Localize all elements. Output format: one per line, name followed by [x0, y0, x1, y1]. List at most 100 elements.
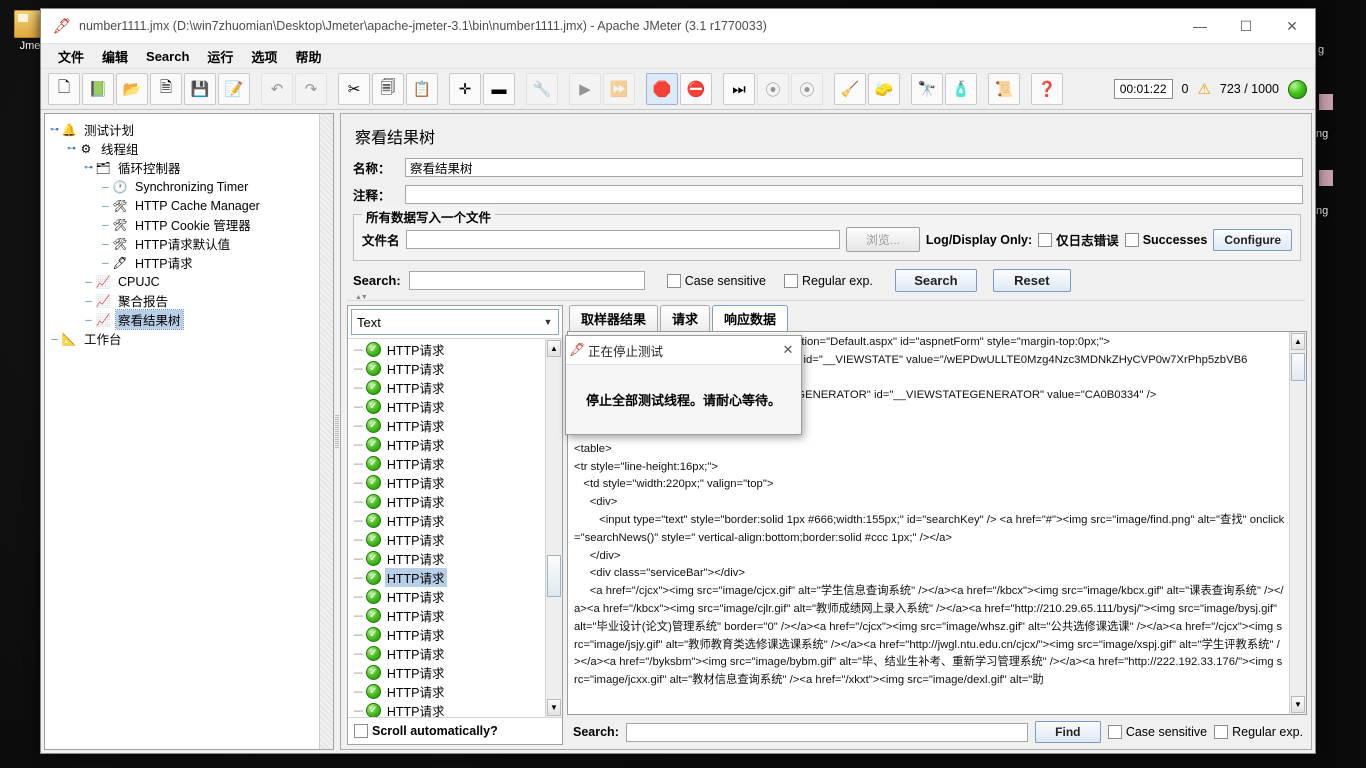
- scroll-track[interactable]: [1290, 351, 1306, 695]
- tree-node[interactable]: ⊶ 🗂 循环控制器: [49, 158, 329, 177]
- close-button[interactable]: ✕: [1269, 10, 1315, 43]
- result-row[interactable]: ─ ✓ HTTP请求: [348, 473, 545, 492]
- maximize-button[interactable]: ☐: [1223, 10, 1269, 43]
- configure-button[interactable]: Configure: [1213, 228, 1292, 251]
- open-button[interactable]: 📂: [116, 73, 148, 105]
- menu-help[interactable]: 帮助: [286, 44, 330, 69]
- result-row[interactable]: ─ ✓ HTTP请求: [348, 701, 545, 717]
- result-row[interactable]: ─ ✓ HTTP请求: [348, 625, 545, 644]
- copy-button[interactable]: 🗐: [372, 73, 404, 105]
- tree-expand-handle-icon[interactable]: ⊶: [83, 162, 94, 173]
- tree-node[interactable]: ─ 🛠 HTTP Cookie 管理器: [49, 215, 329, 234]
- new-button[interactable]: 🗋: [48, 73, 80, 105]
- results-list[interactable]: ─ ✓ HTTP请求 ─ ✓ HTTP请求 ─ ✓ HTTP请求 ─ ✓ HTTP请求 ─ ✓ HTTP请求…: [348, 339, 545, 717]
- render-selector-combo[interactable]: Text ▼: [351, 309, 559, 335]
- search-regular-exp-checkbox[interactable]: Regular exp.: [784, 273, 873, 288]
- panel-divider[interactable]: [347, 294, 1305, 305]
- scroll-up-icon[interactable]: ▲: [547, 340, 561, 357]
- scroll-automatically-checkbox[interactable]: Scroll automatically?: [348, 717, 562, 744]
- help-button[interactable]: ❓: [1031, 73, 1063, 105]
- find-case-sensitive-checkbox[interactable]: Case sensitive: [1107, 725, 1207, 739]
- scroll-down-icon[interactable]: ▼: [1291, 696, 1305, 713]
- tree-node[interactable]: ⊶ 🔔 测试计划: [49, 120, 329, 139]
- collapse-all-button[interactable]: ▬: [483, 73, 515, 105]
- menu-edit[interactable]: 编辑: [93, 44, 137, 69]
- search-case-sensitive-checkbox[interactable]: Case sensitive: [666, 273, 766, 288]
- result-row[interactable]: ─ ✓ HTTP请求: [348, 378, 545, 397]
- test-plan-tree[interactable]: ⊶ 🔔 测试计划 ⊶ ⚙ 线程组 ⊶ 🗂 循环控制器 ─ 🕐 Synchronizing Timer ─…: [44, 113, 334, 750]
- result-row[interactable]: ─ ✓ HTTP请求: [348, 682, 545, 701]
- result-row[interactable]: ─ ✓ HTTP请求: [348, 549, 545, 568]
- successes-checkbox[interactable]: Successes: [1124, 232, 1207, 247]
- clear-button[interactable]: 🧹: [834, 73, 866, 105]
- result-row[interactable]: ─ ✓ HTTP请求: [348, 397, 545, 416]
- save-button[interactable]: 💾: [184, 73, 216, 105]
- result-row[interactable]: ─ ✓ HTTP请求: [348, 359, 545, 378]
- tree-node[interactable]: ─ 📐 工作台: [49, 329, 329, 348]
- warning-triangle-icon[interactable]: ⚠: [1197, 80, 1210, 98]
- menu-search[interactable]: Search: [137, 46, 198, 67]
- templates-button[interactable]: 📗: [82, 73, 114, 105]
- close-button[interactable]: 🗎: [150, 73, 182, 105]
- tree-node[interactable]: ⊶ ⚙ 线程组: [49, 139, 329, 158]
- paste-button[interactable]: 📋: [406, 73, 438, 105]
- minimize-button[interactable]: —: [1177, 10, 1223, 43]
- find-input[interactable]: [625, 722, 1028, 742]
- scroll-track[interactable]: [546, 358, 562, 698]
- tree-node[interactable]: ─ 📈 察看结果树: [49, 309, 329, 330]
- expand-all-button[interactable]: ✛: [449, 73, 481, 105]
- result-row[interactable]: ─ ✓ HTTP请求: [348, 416, 545, 435]
- scroll-thumb[interactable]: [1291, 353, 1305, 381]
- tree-node[interactable]: ─ 📈 聚合报告: [49, 291, 329, 310]
- tree-node[interactable]: ─ 🕐 Synchronizing Timer: [49, 177, 329, 196]
- result-row[interactable]: ─ ✓ HTTP请求: [348, 511, 545, 530]
- tree-scrollbar[interactable]: [319, 114, 333, 749]
- clear-all-button[interactable]: 🧽: [868, 73, 900, 105]
- result-row[interactable]: ─ ✓ HTTP请求: [348, 663, 545, 682]
- tree-node[interactable]: ─ 🛠 HTTP请求默认值: [49, 234, 329, 253]
- tree-expand-handle-icon[interactable]: ⊶: [49, 124, 60, 135]
- errors-only-checkbox[interactable]: 仅日志错误: [1038, 230, 1119, 249]
- tab-response-data[interactable]: 响应数据: [712, 305, 789, 331]
- result-row[interactable]: ─ ✓ HTTP请求: [348, 340, 545, 359]
- name-input[interactable]: 察看结果树: [405, 158, 1303, 177]
- comment-input[interactable]: [405, 185, 1303, 204]
- result-row[interactable]: ─ ✓ HTTP请求: [348, 454, 545, 473]
- result-row[interactable]: ─ ✓ HTTP请求: [348, 435, 545, 454]
- desktop-icon-right-2[interactable]: [1319, 170, 1333, 186]
- browse-button[interactable]: 浏览...: [845, 227, 920, 252]
- stop-button[interactable]: 🛑: [646, 73, 678, 105]
- dialog-close-icon[interactable]: ✕: [775, 342, 801, 358]
- result-row[interactable]: ─ ✓ HTTP请求: [348, 644, 545, 663]
- tree-node[interactable]: ─ 📈 CPUJC: [49, 272, 329, 291]
- find-button[interactable]: Find: [1034, 721, 1101, 743]
- reset-button[interactable]: Reset: [992, 269, 1071, 292]
- filename-input[interactable]: [405, 230, 840, 249]
- search-button[interactable]: 🔭: [911, 73, 943, 105]
- tree-node[interactable]: ─ 🛠 HTTP Cache Manager: [49, 196, 329, 215]
- menu-run[interactable]: 运行: [198, 44, 242, 69]
- cut-button[interactable]: ✂: [338, 73, 370, 105]
- reset-search-button[interactable]: 🧴: [945, 73, 977, 105]
- search-button[interactable]: Search: [894, 269, 977, 292]
- desktop-icon-right-1[interactable]: [1319, 94, 1333, 110]
- result-row[interactable]: ─ ✓ HTTP请求: [348, 606, 545, 625]
- scroll-down-icon[interactable]: ▼: [547, 699, 561, 716]
- result-row[interactable]: ─ ✓ HTTP请求: [348, 530, 545, 549]
- scroll-thumb[interactable]: [547, 555, 561, 598]
- tab-sampler-result[interactable]: 取样器结果: [569, 305, 659, 331]
- tree-expand-handle-icon[interactable]: ⊶: [66, 143, 77, 154]
- menu-options[interactable]: 选项: [242, 44, 286, 69]
- tree-node[interactable]: ─ 🖊 HTTP请求: [49, 253, 329, 272]
- shutdown-button[interactable]: ⛔: [680, 73, 712, 105]
- function-helper-button[interactable]: 📜: [988, 73, 1020, 105]
- save-as-button[interactable]: 📝: [218, 73, 250, 105]
- remote-start-all-button[interactable]: ⏭: [723, 73, 755, 105]
- find-regular-exp-checkbox[interactable]: Regular exp.: [1214, 725, 1303, 739]
- response-scrollbar[interactable]: ▲ ▼: [1289, 332, 1306, 714]
- scroll-up-icon[interactable]: ▲: [1291, 333, 1305, 350]
- search-input[interactable]: [408, 271, 645, 290]
- tab-request[interactable]: 请求: [660, 305, 711, 331]
- result-row[interactable]: ─ ✓ HTTP请求: [348, 587, 545, 606]
- result-row[interactable]: ─ ✓ HTTP请求: [348, 492, 545, 511]
